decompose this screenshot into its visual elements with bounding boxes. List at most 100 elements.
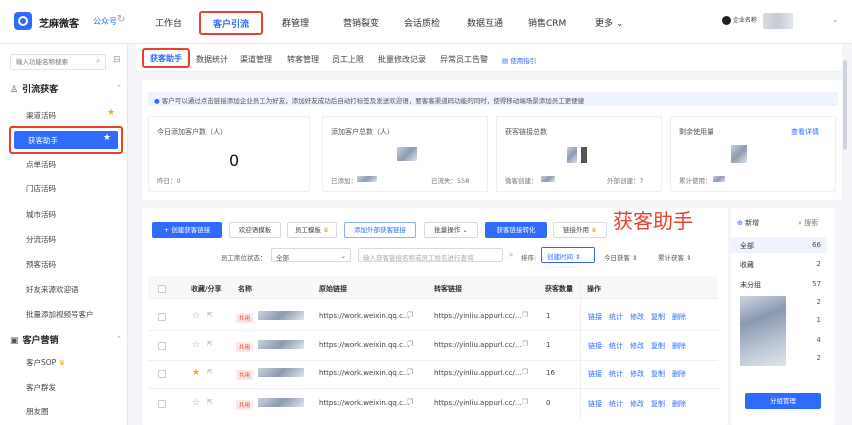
nav-marketing-fission[interactable]: 营销裂变 [343,16,379,29]
sidebar-item-acquisition-assistant[interactable]: 获客助手 ★ [9,126,123,154]
add-external-link-button[interactable]: 添加外部获客链接 [344,222,416,238]
tab-data-stats[interactable]: 数据统计 [196,54,228,65]
copy-icon[interactable]: ❐ [407,398,413,406]
chevron-down-icon: ⌄ [340,252,346,260]
group-item-all[interactable]: 全部 [740,241,754,251]
avatar[interactable] [763,13,793,29]
brand-name: 芝麻微客 [39,19,79,30]
status-filter-label: 员工席位状态： [221,254,267,262]
sort-created-time[interactable]: 创建时间 ⇕ [541,247,595,263]
tab-acquisition-assistant[interactable]: 获客助手 [142,48,190,68]
sort-label: 排序: [521,254,537,262]
external-use-button[interactable]: 链接外用 ♛ [553,222,607,238]
section-customer-marketing[interactable]: ▣ 客户营销 [10,333,59,346]
share-icon[interactable]: ⇱ [207,340,213,348]
logo-icon [14,12,32,30]
sidebar-item-welcome-msg[interactable]: 好友来源欢迎语 [26,284,79,295]
copy-icon[interactable]: ❐ [407,340,413,348]
share-icon[interactable]: ⇱ [207,398,213,406]
share-icon[interactable]: ⇱ [207,311,213,319]
company-icon [722,16,731,25]
sort-today[interactable]: 今日获客 ⇕ [604,252,638,262]
chevron-up-icon[interactable]: ⌃ [116,84,122,92]
tab-staff-limit[interactable]: 员工上限 [332,54,364,65]
filter-icon[interactable]: ⊟ [113,55,121,65]
star-icon[interactable]: ★ [103,133,111,143]
company-badge[interactable]: 企业名称 [722,15,758,27]
star-icon[interactable]: ★ [107,108,115,118]
crown-icon: ♛ [591,226,597,234]
blurred-group-names [740,296,786,366]
view-detail-link[interactable]: 查看详情 [791,127,819,137]
tab-convert-management[interactable]: 转客管理 [287,54,319,65]
tab-batch-records[interactable]: 批量修改记录 [378,54,426,65]
crown-icon: ♛ [323,226,329,234]
chevron-down-icon[interactable]: ⌄ [832,15,839,24]
sidebar-item-customer-sop[interactable]: 客户SOP ♛ [26,357,65,368]
annotation-title: 获客助手 [613,209,693,233]
section-lead-generation[interactable]: ♙ 引流获客 [10,82,58,95]
sidebar-item-order-code[interactable]: 点单活码 [26,159,56,170]
nav-customer-acquisition[interactable]: 客户引流 [199,11,263,35]
nav-more[interactable]: 更多 ⌄ [595,16,623,29]
sidebar-item-batch-video[interactable]: 批量添加视频号客户 [26,309,94,320]
people-icon: ♙ [10,85,19,95]
sidebar-item-pre-code[interactable]: 预客活码 [26,259,56,270]
nav-group-management[interactable]: 群管理 [282,16,309,29]
sidebar-item-customer-broadcast[interactable]: 客户群发 [26,382,56,393]
sort-total[interactable]: 累计获客 ⇕ [658,252,692,262]
scrollbar-thumb[interactable] [843,60,847,150]
menu-search-input[interactable] [10,54,106,70]
tab-channel-management[interactable]: 渠道管理 [240,54,272,65]
copy-icon[interactable]: ❐ [407,311,413,319]
add-group-button[interactable]: ⊕ 新增 [737,218,759,228]
nav-data-sync[interactable]: 数据互通 [467,16,503,29]
copy-icon[interactable]: ❐ [522,340,528,348]
sidebar-item-store-code[interactable]: 门店活码 [26,183,56,194]
copy-icon[interactable]: ❐ [522,398,528,406]
sidebar-item-moments[interactable]: 朋友圈 [26,406,49,417]
status-select[interactable]: 全部 ⌄ [271,248,351,262]
share-icon[interactable]: ⇱ [207,368,213,376]
star-icon[interactable]: ★ [192,368,200,378]
copy-icon[interactable]: ❐ [522,368,528,376]
nav-workbench[interactable]: 工作台 [155,16,182,29]
stat-total: 添加客户总数（人） 已添加： 已流失：558 [322,116,488,192]
row-checkbox[interactable] [158,342,166,350]
star-icon[interactable]: ☆ [192,311,200,321]
group-search-button[interactable]: ⌕ 搜索 [798,218,818,228]
batch-operation-dropdown[interactable]: 批量操作 ⌄ [424,222,478,238]
staff-template-button[interactable]: 员工模板 ♛ [287,222,337,238]
row-checkbox[interactable] [158,370,166,378]
copy-icon[interactable]: ❐ [407,368,413,376]
tab-abnormal-alert[interactable]: 异常员工告警 [440,54,488,65]
link-convert-button[interactable]: 获客链接转化 [485,222,547,238]
guide-link[interactable]: ▤ 使用指引 [502,55,536,65]
group-manage-button[interactable]: 分组管理 [745,393,821,409]
nav-sales-crm[interactable]: 销售CRM [528,16,566,29]
nav-session-qc[interactable]: 会话质检 [404,16,440,29]
search-icon[interactable]: ⌕ [509,250,513,260]
refresh-icon[interactable]: ↻ [117,14,125,25]
chevron-up-icon[interactable]: ⌃ [116,335,122,343]
link-search-input[interactable]: 输入获客链接名称或员工姓名进行查询 [358,248,503,262]
sort-icon: ⇕ [686,254,692,262]
create-link-button[interactable]: + 创建获客链接 [152,222,222,238]
row-checkbox[interactable] [158,313,166,321]
group-item-ungrouped[interactable]: 未分组 [740,280,761,290]
copy-icon[interactable]: ❐ [522,311,528,319]
row-checkbox[interactable] [158,400,166,408]
star-icon[interactable]: ☆ [192,340,200,350]
sidebar-item-split-code[interactable]: 分流活码 [26,234,56,245]
welcome-template-button[interactable]: 欢迎语模板 [229,222,281,238]
chevron-down-icon: ⌄ [615,19,624,29]
official-account-link[interactable]: 公众号 [93,16,117,27]
sort-icon: ⇕ [575,253,581,261]
star-icon[interactable]: ☆ [192,398,200,408]
select-all-checkbox[interactable] [158,285,166,293]
sidebar-item-city-code[interactable]: 城市活码 [26,209,56,220]
search-icon[interactable]: ⌕ [96,56,100,66]
sidebar-item-channel-code[interactable]: 渠道活码 [26,110,56,121]
plus-circle-icon: ⊕ [737,219,743,227]
group-item-favorites[interactable]: 收藏 [740,260,754,270]
